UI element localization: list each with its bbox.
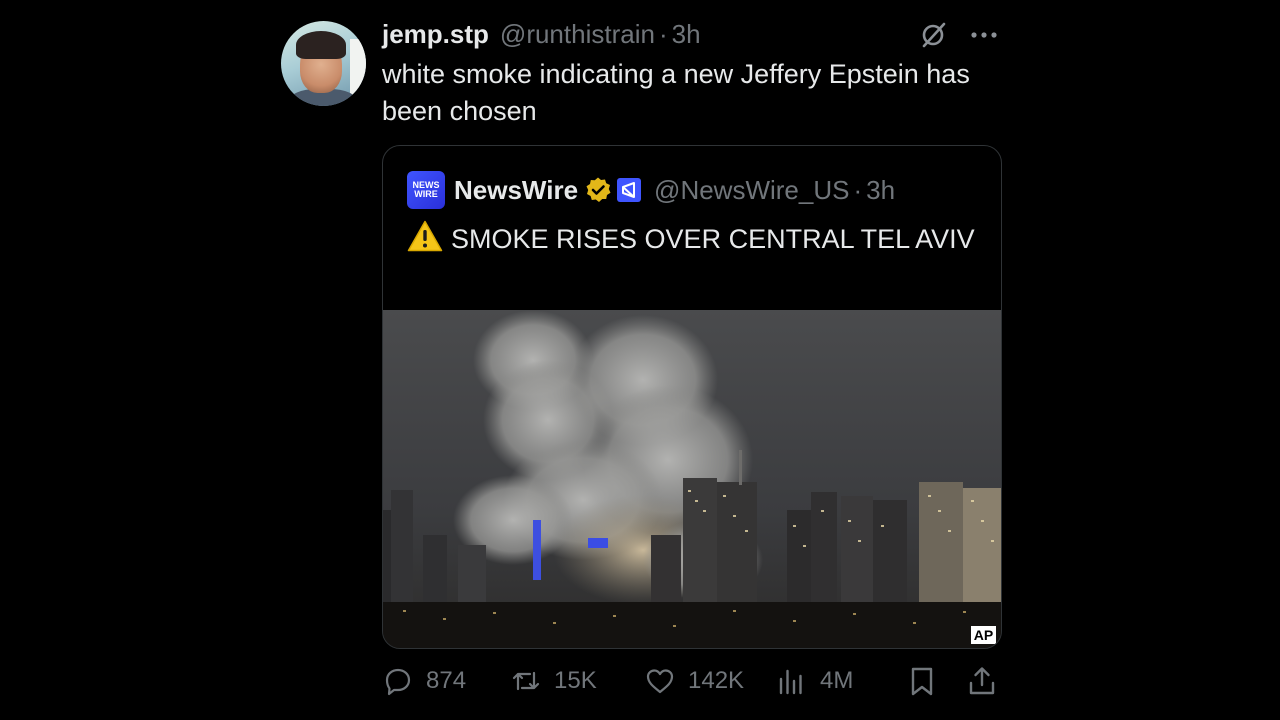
views-button[interactable]: 4M xyxy=(776,662,853,700)
warning-icon xyxy=(407,220,443,252)
tweet-timestamp[interactable]: 3h xyxy=(672,19,701,50)
slash-circle-icon[interactable] xyxy=(918,20,948,50)
quoted-separator-dot: · xyxy=(853,174,863,205)
author-name[interactable]: jemp.stp xyxy=(382,19,489,50)
quoted-tweet[interactable]: NEWS WIRE NewsWire @NewsWire_US · 3h SMO… xyxy=(382,145,1002,649)
quoted-author-handle[interactable]: @NewsWire_US xyxy=(654,175,849,206)
quoted-text-block: SMOKE RISES OVER CENTRAL TEL AVIV xyxy=(407,220,977,258)
logo-line-2: WIRE xyxy=(414,189,438,199)
avatar-background xyxy=(350,39,366,95)
verified-badge-icon xyxy=(586,177,611,202)
separator-dot: · xyxy=(658,18,668,49)
avatar-hair xyxy=(296,31,346,59)
quoted-header: NEWS WIRE NewsWire @NewsWire_US · 3h xyxy=(407,170,895,210)
views-count: 4M xyxy=(820,667,854,694)
retweet-count: 15K xyxy=(554,667,597,694)
bookmark-icon[interactable] xyxy=(906,665,938,697)
retweet-button[interactable]: 15K xyxy=(510,662,597,700)
affiliate-badge-icon xyxy=(617,178,642,202)
more-icon[interactable] xyxy=(968,22,1000,48)
quoted-text: SMOKE RISES OVER CENTRAL TEL AVIV xyxy=(451,224,975,254)
reply-icon xyxy=(385,668,411,696)
reply-button[interactable]: 874 xyxy=(382,662,466,700)
action-bar: 874 15K 142K 4M xyxy=(382,662,1002,700)
author-handle[interactable]: @runthistrain xyxy=(500,19,655,50)
image-credit-badge: AP xyxy=(971,626,996,644)
quoted-author-name[interactable]: NewsWire xyxy=(454,175,578,206)
quoted-image[interactable] xyxy=(383,310,1001,648)
like-button[interactable]: 142K xyxy=(644,662,744,700)
share-icon[interactable] xyxy=(966,665,998,697)
quoted-timestamp[interactable]: 3h xyxy=(866,175,895,206)
author-avatar[interactable] xyxy=(281,21,366,106)
views-icon xyxy=(779,669,802,695)
reply-count: 874 xyxy=(426,667,467,694)
like-count: 142K xyxy=(688,667,745,694)
retweet-icon xyxy=(512,671,540,691)
tweet-text: white smoke indicating a new Jeffery Eps… xyxy=(382,59,970,126)
like-icon xyxy=(646,669,674,694)
newswire-logo[interactable]: NEWS WIRE xyxy=(407,171,445,209)
tweet-header: jemp.stp @runthistrain · 3h xyxy=(382,18,701,50)
